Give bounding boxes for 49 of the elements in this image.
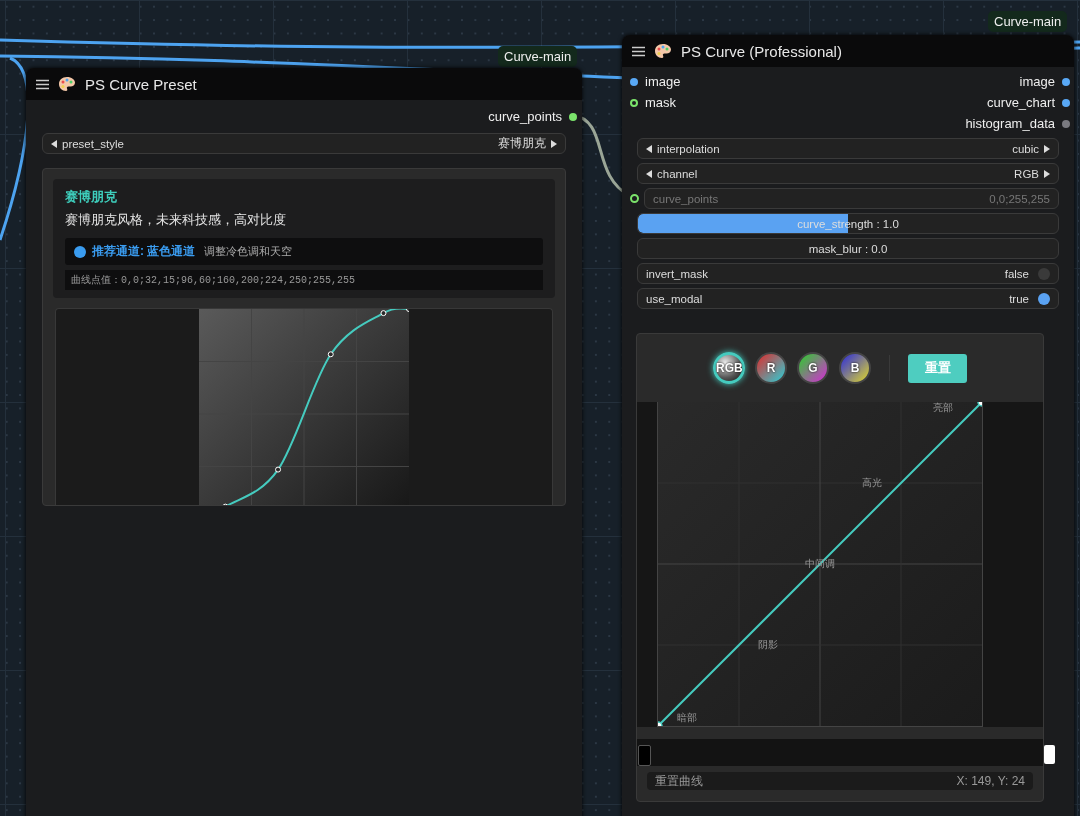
output-label: histogram_data	[965, 116, 1055, 131]
zone-label: 亮部	[933, 401, 954, 416]
input-slot[interactable]	[630, 98, 638, 107]
output-label: curve_chart	[987, 95, 1055, 110]
channel-button[interactable]: G	[797, 352, 829, 384]
output-slot[interactable]	[1062, 77, 1070, 86]
right-arrow-icon[interactable]	[1044, 169, 1050, 178]
preset-description: 赛博朋克风格，未来科技感，高对比度	[65, 211, 287, 229]
output-slot[interactable]	[569, 112, 577, 121]
left-arrow-icon[interactable]	[646, 144, 652, 153]
channel-label: 推荐通道: 蓝色通道	[92, 243, 196, 260]
slider[interactable]: mask_blur : 0.0	[637, 238, 1059, 259]
left-arrow-icon[interactable]	[646, 169, 652, 178]
preset-title: 赛博朋克	[65, 188, 118, 206]
input-level-handle[interactable]	[1044, 745, 1055, 764]
right-arrow-icon[interactable]	[1044, 144, 1050, 153]
menu-icon[interactable]	[632, 45, 645, 57]
palette-icon	[654, 43, 672, 59]
node-title: PS Curve (Professional)	[681, 42, 842, 60]
zone-label: 阴影	[758, 638, 779, 652]
curve-points-text: 曲线点值：0,0;32,15;96,60;160,200;224,250;255,255	[65, 270, 543, 290]
text-field[interactable]: curve_points 0,0;255,255	[644, 188, 1059, 209]
input-slot[interactable]	[630, 194, 639, 203]
toggle[interactable]: use_modal true	[637, 288, 1059, 309]
coordinates-readout: X: 149, Y: 24	[956, 774, 1025, 788]
left-arrow-icon[interactable]	[51, 139, 57, 148]
reset-curve-link[interactable]: 重置曲线	[655, 772, 703, 790]
output-label: image	[1019, 74, 1055, 89]
output-slot[interactable]	[1062, 98, 1070, 107]
menu-icon[interactable]	[36, 78, 49, 90]
output-label: curve_points	[488, 109, 562, 124]
zone-label: 暗部	[677, 710, 698, 725]
channel-button[interactable]: B	[839, 352, 871, 384]
dropdown[interactable]: interpolation cubic	[637, 138, 1059, 159]
group-label: Curve-main	[988, 11, 1068, 32]
input-level-handle[interactable]	[638, 745, 651, 766]
input-slot[interactable]	[630, 77, 638, 86]
preset-style-dropdown[interactable]: preset_style 赛博朋克	[42, 133, 566, 154]
channel-button[interactable]: R	[755, 352, 787, 384]
channel-note: 调整冷色调和天空	[204, 244, 293, 259]
group-label: Curve-main	[498, 46, 578, 67]
input-label: image	[645, 74, 681, 89]
palette-icon	[58, 76, 76, 92]
right-arrow-icon[interactable]	[551, 139, 557, 148]
toggle[interactable]: invert_mask false	[637, 263, 1059, 284]
dropdown[interactable]: channel RGB	[637, 163, 1059, 184]
zone-label: 高光	[861, 476, 882, 490]
node-title: PS Curve Preset	[85, 75, 197, 93]
input-label: mask	[645, 95, 677, 110]
